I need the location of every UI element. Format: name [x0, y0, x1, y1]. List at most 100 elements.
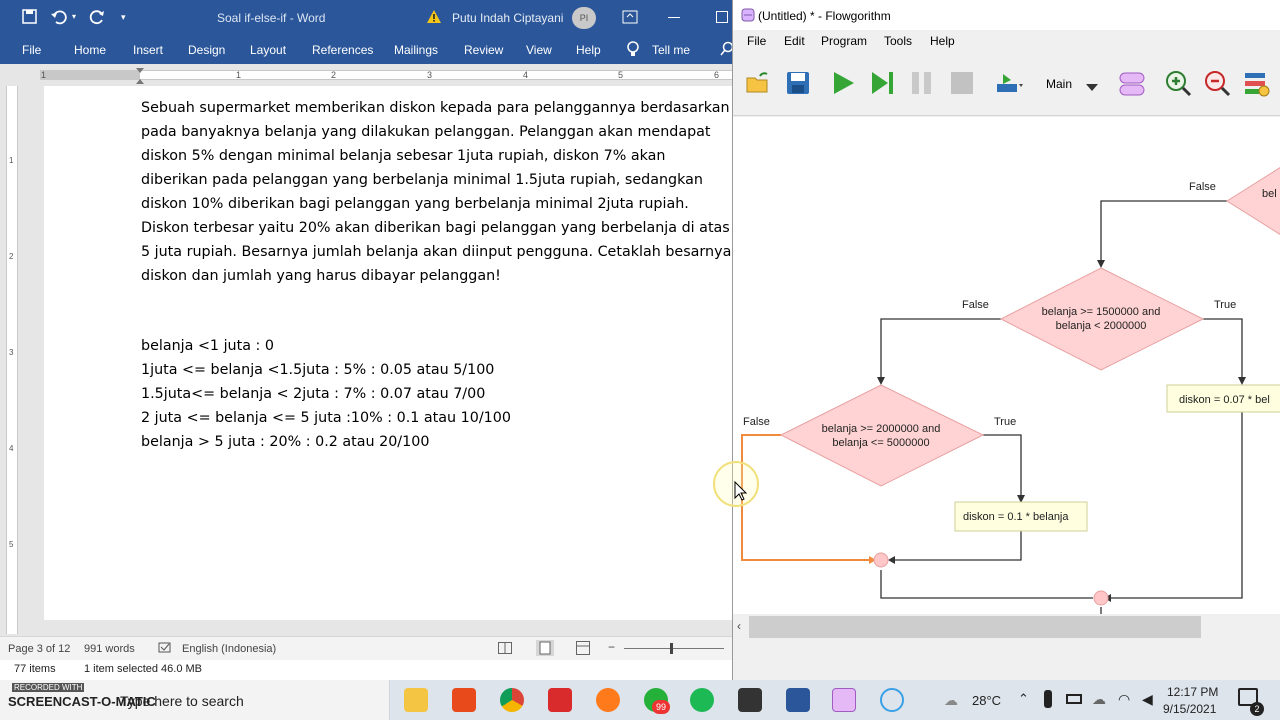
document-paragraph[interactable]: Sebuah supermarket memberikan diskon kep… — [141, 96, 731, 288]
flowchart-canvas[interactable]: bel False belanja >= 1500000 and belanja… — [733, 117, 1280, 614]
chrome-icon[interactable] — [500, 688, 524, 712]
undo-icon[interactable] — [50, 8, 68, 29]
web-layout-icon[interactable] — [576, 641, 590, 658]
flowgorithm-icon[interactable] — [832, 688, 856, 712]
avatar[interactable]: PI — [572, 7, 596, 29]
decision-shape[interactable] — [1226, 167, 1280, 235]
rule-line: belanja <1 juta : 0 — [141, 338, 274, 354]
selection-info: 1 item selected 46.0 MB — [84, 663, 203, 675]
clock-time[interactable]: 12:17 PM — [1167, 685, 1218, 699]
decision-shape[interactable] — [999, 267, 1205, 371]
discount-rules[interactable]: belanja <1 juta : 0 1juta <= belanja <1.… — [141, 334, 511, 454]
scroll-left-icon[interactable]: ‹ — [737, 619, 741, 633]
tab-help[interactable]: Help — [576, 43, 601, 57]
minimize-icon[interactable] — [668, 17, 680, 18]
flowgorithm-window: (Untitled) * - Flowgorithm File Edit Pro… — [732, 0, 1280, 680]
false-label: False — [1189, 181, 1216, 193]
menu-edit[interactable]: Edit — [784, 34, 805, 48]
zoom-out-icon[interactable]: − — [608, 640, 615, 654]
search-icon[interactable] — [720, 41, 734, 60]
scrollbar-thumb[interactable] — [749, 616, 1201, 638]
menu-help[interactable]: Help — [930, 34, 955, 48]
ruler-number: 1 — [9, 156, 14, 165]
word-title-bar: ▾ ▾ Soal if-else-if - Word Putu Indah Ci… — [0, 0, 732, 36]
office-icon[interactable] — [452, 688, 476, 712]
speaker-icon[interactable]: ◀ — [1142, 691, 1153, 708]
save-icon[interactable] — [785, 70, 811, 101]
run-speed-icon[interactable] — [995, 72, 1025, 101]
manage-functions-icon[interactable] — [1118, 70, 1146, 103]
assignment-label: diskon = 0.1 * belanja — [963, 511, 1069, 523]
lightbulb-icon — [626, 40, 640, 61]
decision-shape[interactable] — [779, 384, 985, 487]
zoom-in-icon[interactable] — [1165, 70, 1193, 103]
open-folder-icon[interactable] — [745, 70, 771, 101]
tab-view[interactable]: View — [526, 43, 552, 57]
media-icon[interactable] — [880, 688, 904, 712]
temperature[interactable]: 28°C — [972, 693, 1001, 708]
true-label: True — [994, 416, 1016, 428]
proofing-icon[interactable] — [158, 641, 172, 658]
word-icon[interactable] — [786, 688, 810, 712]
paragraph-line: 5 juta rupiah. Besarnya jumlah belanja a… — [141, 244, 731, 260]
notification-badge: 99 — [652, 700, 670, 714]
chevron-up-icon[interactable]: ⌃ — [1018, 691, 1029, 707]
read-mode-icon[interactable] — [498, 642, 512, 657]
file-explorer-icon[interactable] — [404, 688, 428, 712]
item-count: 77 items — [14, 663, 56, 675]
tab-layout[interactable]: Layout — [250, 43, 286, 57]
merge-point — [1093, 590, 1109, 606]
horizontal-scrollbar[interactable]: ‹ — [733, 614, 1280, 640]
tell-me-search[interactable]: Tell me — [652, 43, 690, 57]
pause-icon[interactable] — [910, 70, 934, 101]
cloud-icon[interactable]: ☁ — [1092, 691, 1106, 708]
layout-settings-icon[interactable] — [1243, 70, 1271, 103]
sticky-notes-icon[interactable] — [738, 688, 762, 712]
paragraph-line: diskon dan jumlah yang harus dibayar pel… — [141, 268, 501, 284]
print-layout-icon[interactable] — [536, 640, 554, 656]
save-icon[interactable] — [22, 9, 38, 28]
menu-program[interactable]: Program — [821, 34, 867, 48]
battery-icon[interactable] — [1066, 694, 1082, 704]
tab-file[interactable]: File — [22, 43, 41, 57]
customize-toolbar-icon[interactable]: ▾ — [121, 12, 126, 23]
usb-icon[interactable] — [1044, 690, 1052, 708]
wifi-icon[interactable]: ◠ — [1118, 691, 1130, 708]
chevron-down-icon[interactable] — [1086, 79, 1098, 97]
menu-file[interactable]: File — [747, 34, 766, 48]
weather-icon[interactable]: ☁ — [944, 692, 958, 709]
function-select[interactable]: Main — [1046, 77, 1072, 91]
spotify-icon[interactable] — [690, 688, 714, 712]
undo-dropdown-icon[interactable]: ▾ — [72, 12, 76, 21]
redo-icon[interactable] — [88, 8, 106, 29]
firefox-icon[interactable] — [596, 688, 620, 712]
tab-references[interactable]: References — [312, 43, 373, 57]
search-placeholder[interactable]: Type here to search — [120, 693, 244, 709]
tab-design[interactable]: Design — [188, 43, 225, 57]
zoom-slider-thumb[interactable] — [670, 643, 673, 654]
tab-review[interactable]: Review — [464, 43, 503, 57]
notification-count: 2 — [1250, 702, 1264, 716]
tab-mailings[interactable]: Mailings — [394, 43, 438, 57]
taskbar-search[interactable]: RECORDED WITH SCREENCAST-O-MATIC Type he… — [0, 680, 390, 720]
ruler-number: 5 — [9, 540, 14, 549]
rule-line: belanja > 5 juta : 20% : 0.2 atau 20/100 — [141, 434, 430, 450]
account-name[interactable]: Putu Indah Ciptayani — [452, 11, 563, 25]
clock-date[interactable]: 9/15/2021 — [1163, 702, 1216, 716]
stop-icon[interactable] — [949, 70, 975, 101]
language-indicator[interactable]: English (Indonesia) — [182, 643, 276, 655]
page-count[interactable]: Page 3 of 12 — [8, 643, 70, 655]
step-icon[interactable] — [870, 70, 896, 101]
run-icon[interactable] — [831, 70, 857, 101]
tab-insert[interactable]: Insert — [133, 43, 163, 57]
horizontal-ruler: 1 1 2 3 4 5 6 — [0, 64, 732, 86]
false-label: False — [743, 416, 770, 428]
ribbon-display-icon[interactable] — [622, 10, 638, 27]
maximize-icon[interactable] — [716, 11, 728, 23]
acrobat-icon[interactable] — [548, 688, 572, 712]
menu-tools[interactable]: Tools — [884, 34, 912, 48]
zoom-out-icon[interactable] — [1204, 70, 1232, 103]
zoom-slider[interactable] — [624, 648, 724, 649]
word-count[interactable]: 991 words — [84, 643, 135, 655]
tab-home[interactable]: Home — [74, 43, 106, 57]
